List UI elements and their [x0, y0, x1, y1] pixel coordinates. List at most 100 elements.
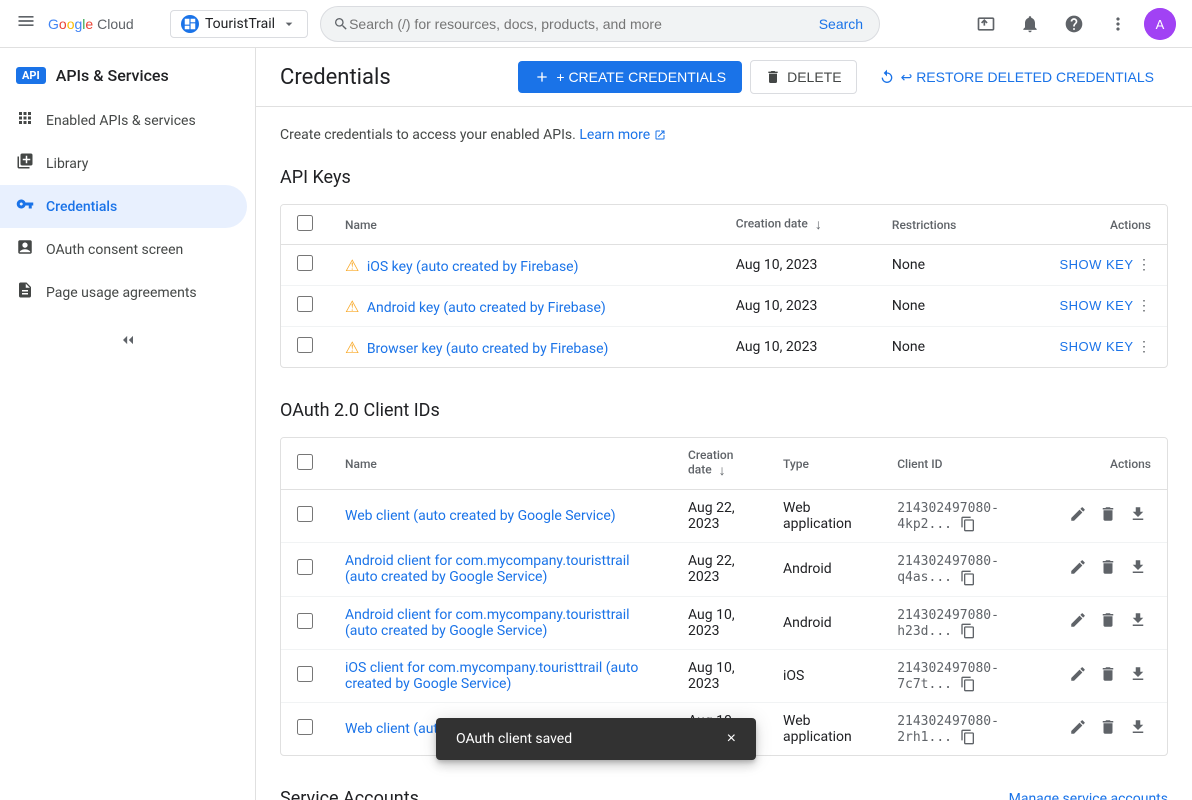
- download-icon[interactable]: [1125, 607, 1151, 638]
- api-key-actions: SHOW KEY ⋮: [1004, 286, 1168, 327]
- oauth-row-checkbox[interactable]: [297, 506, 313, 522]
- collapse-sidebar-button[interactable]: [0, 314, 255, 366]
- table-row: Android client for com.mycompany.tourist…: [281, 596, 1167, 649]
- api-key-name-link[interactable]: Android key (auto created by Firebase): [367, 300, 606, 316]
- api-key-restrictions: None: [876, 327, 1004, 368]
- oauth-client-type: Web application: [767, 703, 881, 756]
- delete-row-icon[interactable]: [1095, 501, 1121, 532]
- api-key-restrictions: None: [876, 245, 1004, 286]
- oauth-client-name-link[interactable]: Android client for com.mycompany.tourist…: [345, 553, 630, 585]
- oauth-row-checkbox[interactable]: [297, 613, 313, 629]
- more-options-icon[interactable]: ⋮: [1137, 339, 1151, 355]
- info-description: Create credentials to access your enable…: [280, 127, 576, 143]
- oauth-client-actions: [1049, 596, 1167, 649]
- more-options-icon[interactable]: ⋮: [1137, 257, 1151, 273]
- sidebar-item-credentials[interactable]: Credentials: [0, 185, 247, 228]
- oauth-client-type: iOS: [767, 649, 881, 702]
- oauth-row-checkbox[interactable]: [297, 559, 313, 575]
- copy-icon[interactable]: [960, 516, 976, 532]
- api-keys-select-all-checkbox[interactable]: [297, 215, 313, 231]
- oauth-actions-header: Actions: [1049, 438, 1167, 490]
- search-button[interactable]: Search: [815, 16, 867, 32]
- sidebar-item-library[interactable]: Library: [0, 142, 247, 185]
- oauth-client-date: Aug 22, 2023: [672, 490, 767, 543]
- api-key-name-link[interactable]: Browser key (auto created by Firebase): [367, 341, 609, 357]
- download-icon[interactable]: [1125, 554, 1151, 585]
- terminal-icon[interactable]: [968, 6, 1004, 42]
- copy-icon[interactable]: [960, 570, 976, 586]
- copy-icon[interactable]: [960, 729, 976, 745]
- copy-icon[interactable]: [960, 676, 976, 692]
- more-options-icon[interactable]: ⋮: [1137, 298, 1151, 314]
- oauth-client-name-link[interactable]: iOS client for com.mycompany.touristtrai…: [345, 660, 638, 692]
- notifications-icon[interactable]: [1012, 6, 1048, 42]
- edit-icon[interactable]: [1065, 714, 1091, 745]
- table-row: Web client (auto created by Google Servi…: [281, 490, 1167, 543]
- delete-button[interactable]: DELETE: [750, 60, 856, 94]
- edit-icon[interactable]: [1065, 501, 1091, 532]
- search-input[interactable]: [349, 16, 815, 32]
- api-key-actions: SHOW KEY ⋮: [1004, 327, 1168, 368]
- api-key-date: Aug 10, 2023: [720, 327, 876, 368]
- more-vert-icon[interactable]: [1100, 6, 1136, 42]
- api-key-row-checkbox[interactable]: [297, 337, 313, 353]
- edit-icon[interactable]: [1065, 554, 1091, 585]
- svg-text:A: A: [1156, 17, 1165, 32]
- download-icon[interactable]: [1125, 501, 1151, 532]
- download-icon[interactable]: [1125, 714, 1151, 745]
- oauth-client-name-link[interactable]: Android client for com.mycompany.tourist…: [345, 607, 630, 639]
- content-area: Create credentials to access your enable…: [256, 107, 1192, 800]
- external-link-icon: [654, 129, 666, 141]
- download-icon[interactable]: [1125, 661, 1151, 692]
- search-label: Search: [819, 16, 863, 32]
- delete-row-icon[interactable]: [1095, 661, 1121, 692]
- oauth-client-id: 214302497080-q4as...: [881, 543, 1049, 596]
- google-cloud-logo: Google Cloud: [48, 15, 158, 33]
- api-key-actions: SHOW KEY ⋮: [1004, 245, 1168, 286]
- svg-text:Google Cloud: Google Cloud: [48, 16, 134, 32]
- avatar[interactable]: A: [1144, 8, 1176, 40]
- oauth-row-checkbox[interactable]: [297, 719, 313, 735]
- hamburger-icon[interactable]: [16, 11, 36, 36]
- show-key-button[interactable]: SHOW KEY: [1059, 339, 1133, 354]
- show-key-button[interactable]: SHOW KEY: [1059, 257, 1133, 272]
- edit-icon[interactable]: [1065, 661, 1091, 692]
- warning-icon: ⚠: [345, 297, 359, 316]
- api-key-name-link[interactable]: iOS key (auto created by Firebase): [367, 259, 579, 275]
- api-key-row-checkbox[interactable]: [297, 255, 313, 271]
- project-selector[interactable]: TouristTrail: [170, 10, 308, 38]
- oauth-row-checkbox[interactable]: [297, 666, 313, 682]
- delete-row-icon[interactable]: [1095, 554, 1121, 585]
- edit-icon[interactable]: [1065, 607, 1091, 638]
- sidebar-item-page-usage[interactable]: Page usage agreements: [0, 271, 247, 314]
- main-content: Credentials + CREATE CREDENTIALS DELETE …: [256, 48, 1192, 800]
- oauth-client-date: Aug 22, 2023: [672, 543, 767, 596]
- learn-more-link[interactable]: Learn more: [579, 127, 666, 143]
- sidebar-item-oauth[interactable]: OAuth consent screen: [0, 228, 247, 271]
- oauth-client-id: 214302497080-2rh1...: [881, 703, 1049, 756]
- restore-deleted-button[interactable]: ↩ RESTORE DELETED CREDENTIALS: [865, 61, 1168, 94]
- show-key-button[interactable]: SHOW KEY: [1059, 298, 1133, 313]
- create-credentials-button[interactable]: + CREATE CREDENTIALS: [518, 61, 742, 93]
- info-text: Create credentials to access your enable…: [280, 127, 1168, 143]
- page-usage-icon: [16, 281, 34, 304]
- layout: API APIs & Services Enabled APIs & servi…: [0, 48, 1192, 800]
- oauth-date-header[interactable]: Creation date ↓: [672, 438, 767, 490]
- sidebar-item-library-label: Library: [46, 156, 88, 172]
- api-key-row-checkbox[interactable]: [297, 296, 313, 312]
- snackbar: OAuth client saved ×: [436, 718, 756, 760]
- delete-row-icon[interactable]: [1095, 607, 1121, 638]
- delete-row-icon[interactable]: [1095, 714, 1121, 745]
- snackbar-close-button[interactable]: ×: [727, 730, 736, 748]
- api-keys-date-header[interactable]: Creation date ↓: [720, 205, 876, 245]
- oauth-select-all-checkbox[interactable]: [297, 454, 313, 470]
- help-icon[interactable]: [1056, 6, 1092, 42]
- copy-icon[interactable]: [960, 623, 976, 639]
- sidebar-item-enabled[interactable]: Enabled APIs & services: [0, 99, 247, 142]
- oauth-client-actions: [1049, 649, 1167, 702]
- warning-icon: ⚠: [345, 256, 359, 275]
- manage-service-accounts-link[interactable]: Manage service accounts: [1009, 791, 1168, 800]
- sidebar-item-page-usage-label: Page usage agreements: [46, 285, 197, 301]
- oauth-client-name-link[interactable]: Web client (auto created by Google Servi…: [345, 508, 616, 524]
- snackbar-message: OAuth client saved: [456, 731, 572, 747]
